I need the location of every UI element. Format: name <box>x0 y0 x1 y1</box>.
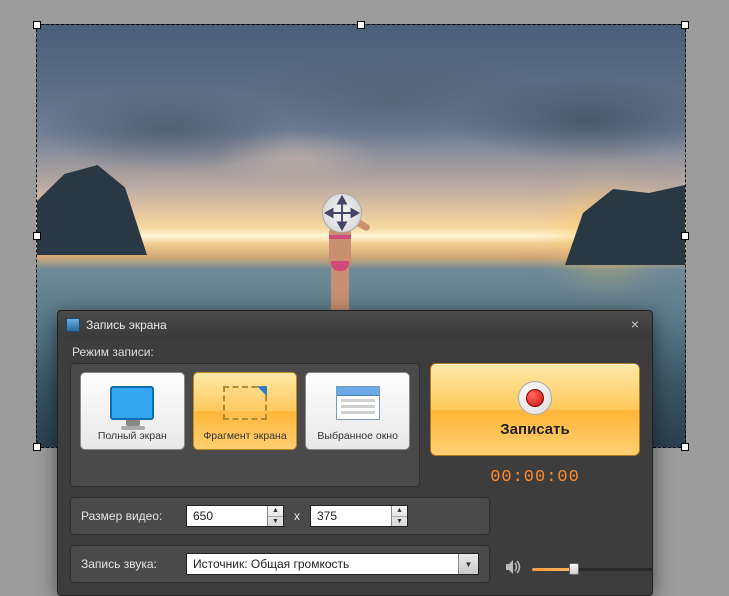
size-separator: x <box>294 509 300 523</box>
mode-window-label: Выбранное окно <box>317 431 398 443</box>
record-timer: 00:00:00 <box>490 468 580 487</box>
slider-fill <box>532 568 574 571</box>
app-icon <box>66 318 80 332</box>
resize-handle-mid-left[interactable] <box>33 232 41 240</box>
width-input[interactable] <box>187 506 267 526</box>
height-input[interactable] <box>311 506 391 526</box>
mode-window-button[interactable]: Выбранное окно <box>305 372 410 450</box>
width-spinner: ▲ ▼ <box>267 506 283 526</box>
mode-section-label: Режим записи: <box>58 339 652 363</box>
volume-control <box>506 560 652 577</box>
mode-fragment-label: Фрагмент экрана <box>203 431 286 443</box>
width-spin-up[interactable]: ▲ <box>268 506 283 517</box>
monitor-icon <box>110 386 154 420</box>
dialog-titlebar[interactable]: Запись экрана × <box>58 311 652 339</box>
audio-source-value: Источник: Общая громкость <box>187 554 458 574</box>
audio-label: Запись звука: <box>81 557 176 571</box>
width-field: ▲ ▼ <box>186 505 284 527</box>
mode-fullscreen-button[interactable]: Полный экран <box>80 372 185 450</box>
record-button[interactable]: Записать <box>430 363 640 456</box>
volume-slider[interactable] <box>532 566 652 572</box>
resize-handle-top-mid[interactable] <box>357 21 365 29</box>
audio-row: Запись звука: Источник: Общая громкость … <box>70 545 490 583</box>
speaker-icon[interactable] <box>506 560 522 577</box>
resize-handle-bot-right[interactable] <box>681 443 689 451</box>
window-icon <box>336 386 380 420</box>
resize-handle-bot-left[interactable] <box>33 443 41 451</box>
mode-fullscreen-label: Полный экран <box>98 431 167 443</box>
dialog-title: Запись экрана <box>86 318 620 332</box>
video-size-row: Размер видео: ▲ ▼ x ▲ ▼ <box>70 497 490 535</box>
resize-handle-mid-right[interactable] <box>681 232 689 240</box>
screen-record-dialog: Запись экрана × Режим записи: Полный экр… <box>57 310 653 596</box>
close-icon[interactable]: × <box>626 316 644 334</box>
chevron-down-icon[interactable]: ▼ <box>458 554 478 574</box>
height-spin-down[interactable]: ▼ <box>392 517 407 527</box>
resize-handle-top-right[interactable] <box>681 21 689 29</box>
mode-fragment-button[interactable]: Фрагмент экрана <box>193 372 298 450</box>
move-cursor-icon[interactable] <box>322 193 362 233</box>
record-button-label: Записать <box>500 421 569 438</box>
width-spin-down[interactable]: ▼ <box>268 517 283 527</box>
resize-handle-top-left[interactable] <box>33 21 41 29</box>
height-field: ▲ ▼ <box>310 505 408 527</box>
mode-panel: Полный экран Фрагмент экрана Выбранное о… <box>70 363 420 487</box>
slider-thumb[interactable] <box>569 563 579 575</box>
record-icon <box>518 381 552 415</box>
sky-clouds <box>37 25 685 215</box>
height-spin-up[interactable]: ▲ <box>392 506 407 517</box>
height-spinner: ▲ ▼ <box>391 506 407 526</box>
video-size-label: Размер видео: <box>81 509 176 523</box>
audio-source-select[interactable]: Источник: Общая громкость ▼ <box>186 553 479 575</box>
fragment-icon <box>223 386 267 420</box>
